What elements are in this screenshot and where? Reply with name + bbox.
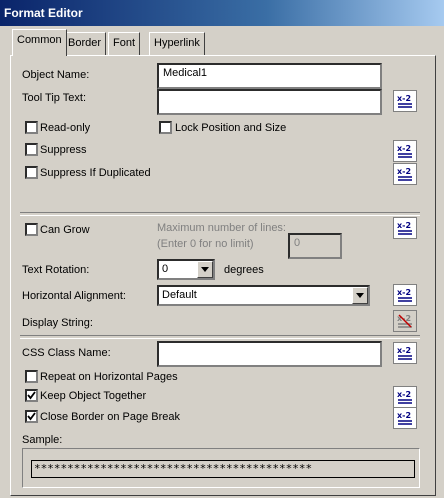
dropdown-arrow-icon[interactable] <box>197 261 213 278</box>
read-only-label: Read-only <box>40 122 91 134</box>
svg-text:x-2: x-2 <box>397 390 411 399</box>
suppress-duplicated-label: Suppress If Duplicated <box>40 167 151 179</box>
display-string-formula-button[interactable]: x-2 <box>393 310 417 332</box>
disabled-formula-icon: x-2 <box>397 314 412 328</box>
formula-icon: x-2 <box>397 288 412 302</box>
formula-icon: x-2 <box>397 390 412 404</box>
suppress-checkbox[interactable] <box>25 143 38 156</box>
repeat-horizontal-pages-label: Repeat on Horizontal Pages <box>40 371 178 383</box>
horizontal-alignment-dropdown[interactable]: Default <box>157 285 370 306</box>
keep-object-together-formula-button[interactable]: x-2 <box>393 386 417 408</box>
window-title: Format Editor <box>4 6 83 20</box>
formula-icon: x-2 <box>397 94 412 108</box>
suppress-label: Suppress <box>40 144 87 156</box>
lock-position-label: Lock Position and Size <box>175 122 287 134</box>
tooltip-input[interactable] <box>157 89 382 115</box>
display-string-label: Display String: <box>22 317 93 329</box>
close-border-checkbox[interactable] <box>25 410 38 423</box>
degrees-label: degrees <box>224 264 264 276</box>
text-rotation-label: Text Rotation: <box>22 264 90 276</box>
tooltip-formula-button[interactable]: x-2 <box>393 90 417 112</box>
can-grow-formula-button[interactable]: x-2 <box>393 217 417 239</box>
can-grow-checkbox[interactable] <box>25 223 38 236</box>
horizontal-alignment-formula-button[interactable]: x-2 <box>393 284 417 306</box>
tab-border[interactable]: Border <box>63 32 107 55</box>
separator <box>20 335 420 339</box>
formula-icon: x-2 <box>397 167 412 181</box>
close-border-label: Close Border on Page Break <box>40 411 181 423</box>
tab-hyperlink[interactable]: Hyperlink <box>149 32 205 55</box>
title-bar: Format Editor <box>0 0 444 26</box>
text-rotation-value: 0 <box>162 263 169 275</box>
object-name-input[interactable]: Medical1 <box>157 63 382 89</box>
svg-text:x-2: x-2 <box>397 288 411 297</box>
horizontal-alignment-label: Horizontal Alignment: <box>22 290 126 302</box>
svg-text:x-2: x-2 <box>397 94 411 103</box>
object-name-label: Object Name: <box>22 69 90 81</box>
suppress-duplicated-checkbox[interactable] <box>25 166 38 179</box>
sample-label: Sample: <box>22 434 63 446</box>
read-only-checkbox[interactable] <box>25 121 38 134</box>
svg-text:x-2: x-2 <box>397 144 411 153</box>
keep-object-together-label: Keep Object Together <box>40 390 147 402</box>
tab-font[interactable]: Font <box>108 32 141 55</box>
css-class-input[interactable] <box>157 341 382 367</box>
checkmark-icon <box>27 412 36 421</box>
max-lines-input[interactable]: 0 <box>288 233 342 259</box>
keep-object-together-checkbox[interactable] <box>25 389 38 402</box>
formula-icon: x-2 <box>397 346 412 360</box>
separator <box>20 212 420 216</box>
formula-icon: x-2 <box>397 411 412 425</box>
css-class-formula-button[interactable]: x-2 <box>393 342 417 364</box>
sample-text: ****************************************… <box>31 460 415 478</box>
close-border-formula-button[interactable]: x-2 <box>393 407 417 429</box>
formula-icon: x-2 <box>397 221 412 235</box>
tooltip-label: Tool Tip Text: <box>22 92 86 104</box>
max-lines-hint: (Enter 0 for no limit) <box>157 238 254 250</box>
tab-strip: Common Border Font Hyperlink <box>0 26 444 56</box>
lock-position-checkbox[interactable] <box>159 121 172 134</box>
can-grow-label: Can Grow <box>40 224 90 236</box>
svg-text:x-2: x-2 <box>397 346 411 355</box>
svg-text:x-2: x-2 <box>397 167 411 176</box>
max-lines-label: Maximum number of lines: <box>157 222 286 234</box>
text-rotation-dropdown[interactable]: 0 <box>157 259 215 280</box>
dropdown-arrow-icon[interactable] <box>352 287 368 304</box>
tab-common[interactable]: Common <box>12 29 67 56</box>
repeat-horizontal-pages-checkbox[interactable] <box>25 370 38 383</box>
css-class-label: CSS Class Name: <box>22 347 111 359</box>
horizontal-alignment-value: Default <box>162 289 197 301</box>
svg-text:x-2: x-2 <box>397 221 411 230</box>
checkmark-icon <box>27 391 36 400</box>
svg-text:x-2: x-2 <box>397 411 411 420</box>
sample-preview: ****************************************… <box>22 448 420 488</box>
suppress-formula-button[interactable]: x-2 <box>393 140 417 162</box>
suppress-duplicated-formula-button[interactable]: x-2 <box>393 163 417 185</box>
formula-icon: x-2 <box>397 144 412 158</box>
